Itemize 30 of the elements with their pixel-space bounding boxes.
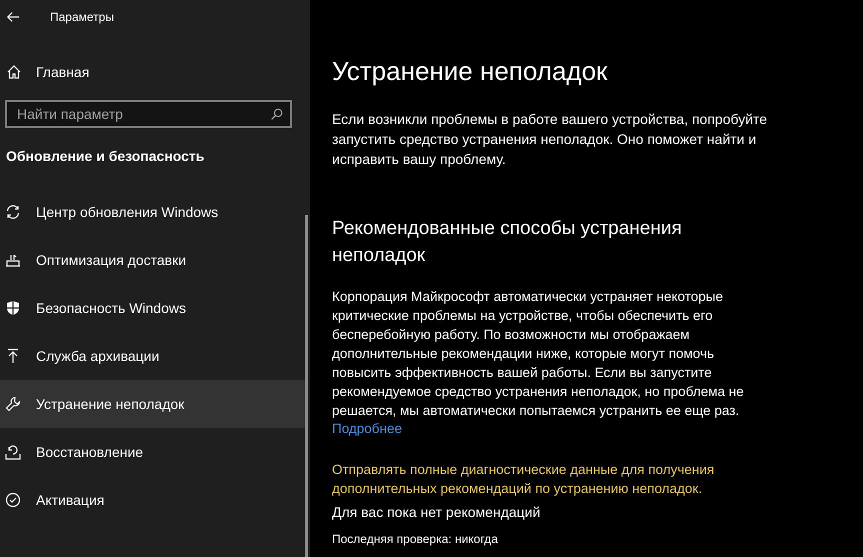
diagnostics-link[interactable]: Отправлять полные диагностические данные для получения дополнительных рекомендаций по устранению неполадок. xyxy=(332,460,732,498)
wrench-icon xyxy=(5,396,21,412)
back-arrow-icon[interactable] xyxy=(6,10,20,24)
nav-item[interactable]: Активация xyxy=(0,476,306,524)
window-title: Параметры xyxy=(50,10,114,24)
sync-arrows-icon xyxy=(5,204,21,220)
more-link[interactable]: Подробнее xyxy=(332,421,402,436)
intro-text: Если возникли проблемы в работе вашего устройства, попробуйте запустить средство устранения неполадок. Оно поможет найти и исправить вашу проблему. xyxy=(332,110,768,169)
last-check-text: Последняя проверка: никогда xyxy=(332,532,499,546)
check-circle-icon xyxy=(5,492,21,508)
home-icon xyxy=(6,64,22,80)
home-nav-item[interactable]: Главная xyxy=(0,52,96,92)
scrollbar[interactable] xyxy=(305,215,308,557)
search-field[interactable]: Найти параметр xyxy=(5,100,292,128)
nav-item[interactable]: Оптимизация доставки xyxy=(0,236,306,284)
page-title: Устранение неполадок xyxy=(332,56,608,87)
description-text: Корпорация Майкрософт автоматически устраняет некоторые критические проблемы на устройстве, чтобы обеспечить его бесперебойную работу. По возможности мы отображаем дополнительные рекомендации ниже, которые могут помочь повысить эффективность вашей работы. Если вы запустите рекомендуемое средство устранения неполадок, но проблема не решается, мы автоматически попытаемся устранить ее еще раз. xyxy=(332,288,745,420)
section-heading: Обновление и безопасность xyxy=(5,147,206,166)
nav-item[interactable]: Безопасность Windows xyxy=(0,284,306,332)
upload-arrow-icon xyxy=(5,348,21,364)
section-title: Рекомендованные способы устранения неполадок xyxy=(332,217,683,268)
search-icon xyxy=(270,108,283,121)
nav-item[interactable]: Устранение неполадок xyxy=(0,380,306,428)
status-text: Для вас пока нет рекомендаций xyxy=(332,504,542,520)
nav-item[interactable]: Служба архивации xyxy=(0,332,306,380)
nav-item[interactable]: Восстановление xyxy=(0,428,306,476)
upload-tray-icon xyxy=(5,252,21,268)
shield-icon xyxy=(5,300,21,316)
nav-item[interactable]: Центр обновления Windows xyxy=(0,188,306,236)
recovery-icon xyxy=(5,444,21,460)
